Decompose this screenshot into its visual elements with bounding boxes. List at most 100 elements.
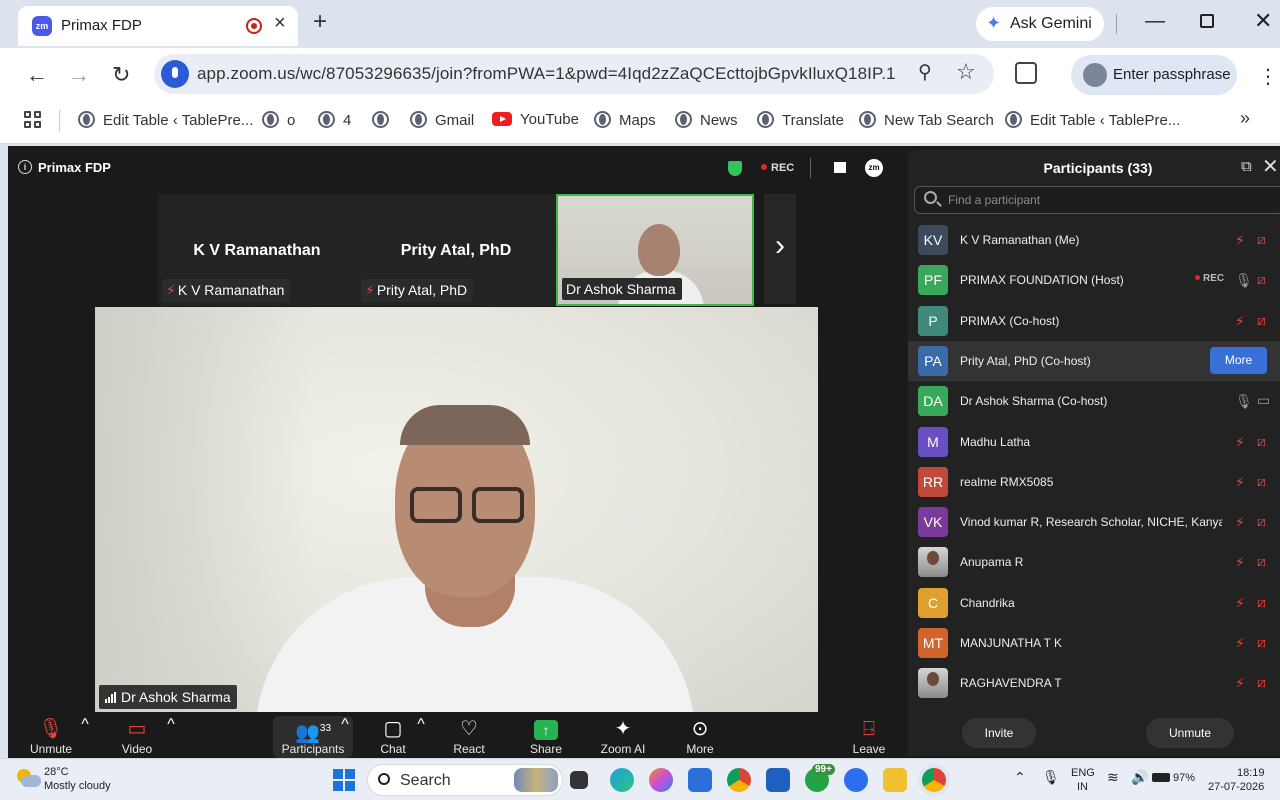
forward-icon[interactable]: →: [68, 62, 90, 88]
url-text[interactable]: app.zoom.us/wc/87053296635/join?fromPWA=…: [197, 64, 896, 84]
video-tile-active-speaker[interactable]: Dr Ashok Sharma: [556, 194, 754, 306]
bookmark-item-maps[interactable]: Maps: [594, 111, 656, 133]
bookmark-star-icon[interactable]: ☆: [956, 59, 976, 85]
recording-badge[interactable]: REC: [761, 162, 794, 174]
participant-search-input[interactable]: [948, 191, 1268, 209]
pop-out-icon[interactable]: ⧉: [1241, 158, 1252, 175]
chat-caret-icon[interactable]: ^: [416, 716, 426, 734]
main-video[interactable]: Dr Ashok Sharma: [95, 307, 818, 713]
tray-overflow-icon[interactable]: ⌃: [1014, 769, 1026, 786]
muted-mic-icon[interactable]: ⚡: [1235, 675, 1245, 692]
view-layout-icon[interactable]: [834, 162, 846, 173]
video-off-icon[interactable]: ⧄: [1257, 271, 1266, 288]
participant-row[interactable]: Anupama R ⚡ ⧄: [908, 542, 1280, 582]
participants-caret-icon[interactable]: ^: [340, 716, 350, 734]
muted-mic-icon[interactable]: ⚡: [1235, 595, 1245, 612]
address-bar[interactable]: app.zoom.us/wc/87053296635/join?fromPWA=…: [154, 54, 994, 94]
video-options-caret-icon[interactable]: ^: [166, 716, 176, 734]
edge-icon[interactable]: [610, 768, 634, 792]
participant-row[interactable]: PF PRIMAX FOUNDATION (Host) REC 🎙 ⧄: [908, 260, 1280, 300]
muted-mic-icon[interactable]: ⚡: [1235, 232, 1245, 249]
file-explorer-icon[interactable]: [883, 768, 907, 792]
video-off-icon[interactable]: ⧄: [1257, 473, 1266, 490]
zoom-ai-button[interactable]: ✦ Zoom AI: [588, 716, 658, 756]
participant-row[interactable]: VK Vinod kumar R, Research Scholar, NICHE…: [908, 502, 1280, 542]
mic-icon[interactable]: 🎙: [1235, 272, 1253, 289]
maximize-icon[interactable]: [1200, 14, 1214, 28]
video-button[interactable]: ▭ Video: [102, 716, 172, 756]
security-shield-icon[interactable]: [728, 161, 742, 176]
volume-icon[interactable]: 🔊: [1131, 769, 1148, 786]
video-off-icon[interactable]: ⧄: [1257, 513, 1266, 530]
participant-row[interactable]: RAGHAVENDRA T ⚡ ⧄: [908, 663, 1280, 703]
app-icon[interactable]: [766, 768, 790, 792]
browser-tab[interactable]: zm Primax FDP ×: [18, 6, 298, 46]
participant-search[interactable]: [914, 186, 1280, 214]
chrome-active-icon[interactable]: [922, 768, 946, 792]
video-off-icon[interactable]: ⧄: [1257, 312, 1266, 329]
voice-search-icon[interactable]: [161, 60, 189, 88]
zoom-magnifier-icon[interactable]: ⚲: [918, 61, 932, 84]
weather-text[interactable]: Mostly cloudy: [44, 780, 111, 792]
mic-icon[interactable]: 🎙: [1235, 393, 1253, 410]
participant-row[interactable]: RR realme RMX5085 ⚡ ⧄: [908, 462, 1280, 502]
video-off-icon[interactable]: ⧄: [1257, 674, 1266, 691]
windows-start-icon[interactable]: [333, 769, 355, 791]
extensions-icon[interactable]: [1015, 62, 1037, 84]
copilot-icon[interactable]: [649, 768, 673, 792]
language-bottom[interactable]: IN: [1077, 781, 1088, 793]
share-button[interactable]: ↑ Share: [511, 716, 581, 756]
muted-mic-icon[interactable]: ⚡: [1235, 554, 1245, 571]
taskbar-search[interactable]: Search: [367, 764, 563, 796]
store-icon[interactable]: [688, 768, 712, 792]
invite-button[interactable]: Invite: [962, 718, 1036, 748]
meeting-info-icon[interactable]: i: [18, 160, 32, 174]
bookmark-item-new-tab-search[interactable]: New Tab Search: [859, 111, 994, 133]
language-top[interactable]: ENG: [1071, 767, 1095, 779]
bookmark-item[interactable]: o: [262, 111, 295, 133]
bookmark-item-youtube[interactable]: YouTube: [492, 111, 579, 133]
video-off-icon[interactable]: ⧄: [1257, 634, 1266, 651]
window-close-icon[interactable]: ✕: [1254, 8, 1272, 34]
muted-mic-icon[interactable]: ⚡: [1235, 635, 1245, 652]
wifi-icon[interactable]: ≋: [1107, 769, 1119, 786]
clock-time[interactable]: 18:19: [1237, 767, 1265, 779]
video-off-icon[interactable]: ⧄: [1257, 433, 1266, 450]
participant-row[interactable]: M Madhu Latha ⚡ ⧄: [908, 422, 1280, 462]
chrome-menu-icon[interactable]: ⋮: [1258, 64, 1278, 89]
audio-options-caret-icon[interactable]: ^: [80, 716, 90, 734]
new-tab-icon[interactable]: +: [313, 8, 327, 36]
video-off-icon[interactable]: ⧄: [1257, 594, 1266, 611]
back-icon[interactable]: ←: [26, 62, 48, 88]
battery-percent[interactable]: 97%: [1173, 772, 1195, 784]
react-button[interactable]: ♡ React: [434, 716, 504, 756]
reload-icon[interactable]: ↻: [112, 62, 130, 88]
muted-mic-icon[interactable]: ⚡: [1235, 434, 1245, 451]
panel-close-icon[interactable]: ✕: [1262, 154, 1279, 179]
participant-row[interactable]: C Chandrika ⚡ ⧄: [908, 583, 1280, 623]
bookmark-item[interactable]: [372, 111, 397, 133]
minimize-icon[interactable]: —: [1145, 10, 1165, 33]
video-tile[interactable]: K V Ramanathan ⚡ K V Ramanathan: [158, 194, 356, 306]
bookmark-item-news[interactable]: News: [675, 111, 738, 133]
leave-button[interactable]: ⍈ Leave: [834, 716, 904, 756]
profile-button[interactable]: Enter passphrase: [1071, 55, 1237, 95]
bookmark-item-gmail[interactable]: Gmail: [410, 111, 474, 133]
bookmarks-overflow-icon[interactable]: »: [1240, 108, 1250, 130]
bookmark-item[interactable]: Edit Table ‹ TablePre...: [78, 111, 253, 133]
video-icon[interactable]: ▭: [1257, 392, 1270, 409]
participant-row[interactable]: MT MANJUNATHA T K ⚡ ⧄: [908, 623, 1280, 663]
zoom-app-icon[interactable]: [844, 768, 868, 792]
mic-tray-icon[interactable]: 🎙: [1042, 769, 1060, 786]
apps-grid-icon[interactable]: [24, 111, 42, 129]
participant-more-button[interactable]: More: [1210, 346, 1267, 374]
more-button[interactable]: ⊙ More: [665, 716, 735, 756]
weather-icon[interactable]: [15, 767, 41, 789]
bookmark-item-translate[interactable]: Translate: [757, 111, 844, 133]
ask-gemini-button[interactable]: ✦ Ask Gemini: [976, 7, 1104, 41]
video-off-icon[interactable]: ⧄: [1257, 553, 1266, 570]
bookmark-item[interactable]: 4: [318, 111, 351, 133]
video-tile[interactable]: Prity Atal, PhD ⚡ Prity Atal, PhD: [357, 194, 555, 306]
participant-row[interactable]: KV K V Ramanathan (Me) ⚡ ⧄: [908, 220, 1280, 260]
participant-row[interactable]: DA Dr Ashok Sharma (Co-host) 🎙 ▭: [908, 381, 1280, 421]
